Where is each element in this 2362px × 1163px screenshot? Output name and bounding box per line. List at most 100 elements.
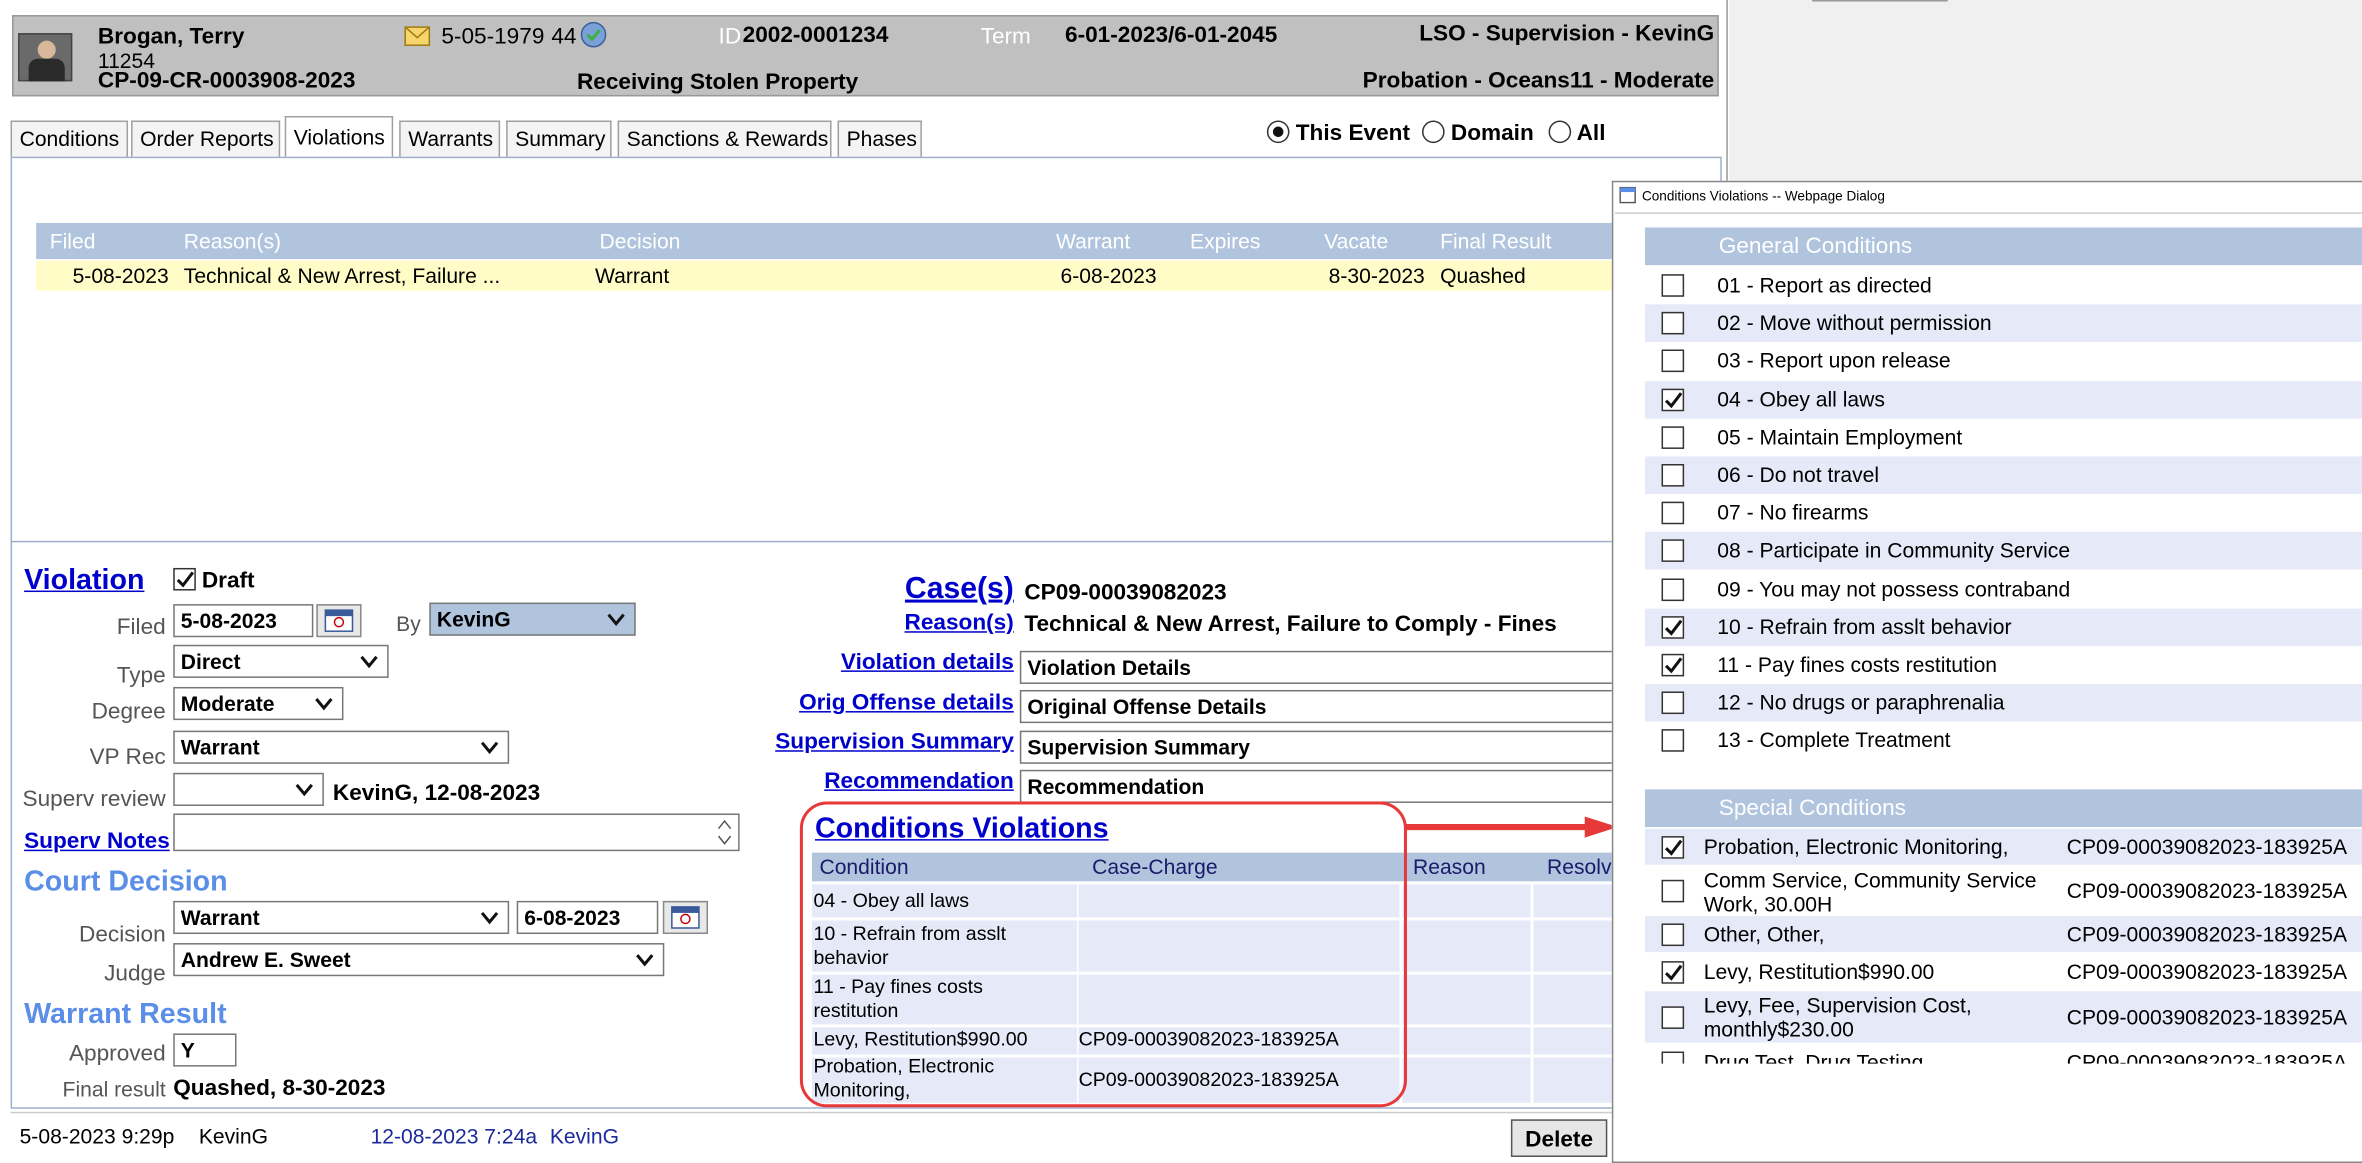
draft-checkbox[interactable]	[173, 567, 196, 591]
radio-domain-dot[interactable]	[1422, 120, 1445, 144]
filed-date-input[interactable]: 5-08-2023	[173, 604, 314, 638]
condition-checkbox[interactable]	[1661, 463, 1685, 487]
radio-domain-label: Domain	[1450, 120, 1534, 147]
judge-select[interactable]: Andrew E. Sweet	[173, 943, 665, 977]
condition-checkbox[interactable]	[1661, 615, 1685, 639]
recommendation-input[interactable]: Recommendation	[1019, 769, 1623, 803]
condition-row[interactable]: 05 - Maintain Employment	[1644, 418, 2362, 457]
background-pane	[1729, 0, 2362, 183]
tab-violations[interactable]: Violations	[284, 115, 394, 157]
superv-notes-link[interactable]: Superv Notes	[24, 829, 170, 855]
degree-value: Moderate	[180, 691, 275, 716]
decision-calendar-button[interactable]	[662, 900, 708, 935]
condition-checkbox[interactable]	[1661, 312, 1685, 335]
decision-date-input[interactable]: 6-08-2023	[516, 900, 659, 935]
offense-charge: Receiving Stolen Property	[576, 69, 859, 95]
special-condition-charge: CP09-00039082023-183925A	[2066, 1004, 2348, 1029]
violation-details-link[interactable]: Violation details	[841, 649, 1014, 675]
condition-row[interactable]: 09 - You may not possess contraband	[1644, 570, 2362, 609]
condition-row[interactable]: 10 - Refrain from asslt behavior	[1644, 608, 2362, 646]
condition-row[interactable]: 07 - No firearms	[1644, 494, 2362, 533]
special-condition-row[interactable]: Probation, Electronic Monitoring, CP09-00…	[1644, 828, 2362, 865]
special-condition-checkbox[interactable]	[1661, 1005, 1685, 1029]
filed-calendar-button[interactable]	[316, 604, 362, 638]
spinner-icon[interactable]	[717, 818, 732, 847]
special-condition-checkbox[interactable]	[1661, 879, 1685, 902]
special-condition-row[interactable]: Other, Other, CP09-00039082023-183925A	[1644, 915, 2362, 953]
special-condition-label: Other, Other,	[1703, 921, 1825, 947]
radio-all[interactable]: All	[1548, 120, 1605, 146]
mail-icon[interactable]	[404, 26, 431, 47]
superv-review-select[interactable]	[173, 772, 324, 806]
condition-checkbox[interactable]	[1661, 691, 1685, 715]
special-condition-row[interactable]: Comm Service, Community Service Work, 30…	[1644, 866, 2362, 916]
violation-details-input[interactable]: Violation Details	[1019, 650, 1623, 684]
modified-date: 12-08-2023 7:24a	[370, 1123, 538, 1148]
warrant-result-title: Warrant Result	[24, 998, 227, 1031]
condition-row[interactable]: 08 - Participate in Community Service	[1644, 532, 2362, 571]
tab-sanctions-rewards[interactable]: Sanctions & Rewards	[617, 120, 832, 157]
condition-checkbox[interactable]	[1661, 539, 1685, 563]
special-condition-checkbox[interactable]	[1661, 922, 1685, 946]
condition-checkbox[interactable]	[1661, 501, 1685, 525]
condition-checkbox[interactable]	[1661, 729, 1685, 753]
by-select[interactable]: KevinG	[429, 602, 636, 636]
condition-checkbox[interactable]	[1661, 274, 1685, 297]
judge-label: Judge	[104, 961, 166, 987]
condition-checkbox[interactable]	[1661, 388, 1685, 411]
recommendation-link[interactable]: Recommendation	[824, 768, 1014, 794]
tab-phases[interactable]: Phases	[837, 120, 922, 157]
special-condition-checkbox[interactable]	[1661, 835, 1685, 858]
radio-this-event-dot[interactable]	[1266, 120, 1290, 144]
orig-offense-input[interactable]: Original Offense Details	[1019, 689, 1623, 724]
condition-checkbox[interactable]	[1661, 653, 1685, 677]
special-condition-checkbox[interactable]	[1661, 1050, 1685, 1064]
special-condition-row[interactable]: Drug Test, Drug Testing CP09-00039082023-…	[1644, 1043, 2362, 1064]
condition-row[interactable]: 12 - No drugs or paraphrenalia	[1644, 684, 2362, 722]
condition-row[interactable]: 01 - Report as directed	[1644, 266, 2362, 305]
radio-all-dot[interactable]	[1548, 120, 1572, 144]
degree-select[interactable]: Moderate	[173, 686, 344, 721]
violation-section-title[interactable]: Violation	[24, 565, 144, 598]
condition-row[interactable]: 06 - Do not travel	[1644, 456, 2362, 495]
special-condition-charge: CP09-00039082023-183925A	[2066, 959, 2348, 984]
condition-checkbox[interactable]	[1661, 426, 1685, 449]
radio-this-event[interactable]: This Event	[1266, 120, 1410, 146]
tab-order-reports[interactable]: Order Reports	[131, 120, 281, 157]
chevron-down-icon	[480, 911, 499, 925]
supervision-summary-link[interactable]: Supervision Summary	[775, 729, 1014, 755]
condition-checkbox[interactable]	[1661, 350, 1685, 373]
tab-warrants[interactable]: Warrants	[399, 120, 501, 157]
special-condition-row[interactable]: Levy, Restitution$990.00 CP09-00039082023…	[1644, 953, 2362, 990]
superv-notes-input[interactable]	[173, 813, 740, 852]
type-select[interactable]: Direct	[173, 644, 389, 678]
condition-row[interactable]: 13 - Complete Treatment	[1644, 722, 2362, 760]
decision-select[interactable]: Warrant	[173, 900, 510, 935]
delete-button[interactable]: Delete	[1510, 1119, 1608, 1157]
draft-label: Draft	[201, 567, 255, 594]
vprec-value: Warrant	[180, 735, 260, 760]
condition-label: 13 - Complete Treatment	[1717, 728, 1951, 753]
condition-row[interactable]: 04 - Obey all laws	[1644, 380, 2362, 419]
condition-row[interactable]: 02 - Move without permission	[1644, 304, 2362, 343]
condition-row[interactable]: 11 - Pay fines costs restitution	[1644, 646, 2362, 684]
tab-summary[interactable]: Summary	[506, 120, 612, 157]
vprec-select[interactable]: Warrant	[173, 730, 510, 764]
tab-conditions[interactable]: Conditions	[10, 120, 129, 157]
special-condition-checkbox[interactable]	[1661, 960, 1685, 983]
radio-domain[interactable]: Domain	[1422, 120, 1534, 147]
cell-warrant: 6-08-2023	[1060, 263, 1157, 288]
col-reasons: Reason(s)	[183, 228, 282, 254]
general-conditions-title: General Conditions	[1718, 233, 1913, 260]
approved-input[interactable]: Y	[173, 1033, 237, 1067]
cv-col-resolve: Resolv	[1547, 854, 1612, 879]
cases-link[interactable]: Case(s)	[905, 572, 1014, 607]
special-condition-row[interactable]: Levy, Fee, Supervision Cost, monthly$230…	[1644, 991, 2362, 1043]
reasons-link[interactable]: Reason(s)	[905, 610, 1014, 636]
condition-checkbox[interactable]	[1661, 577, 1685, 601]
calendar-icon	[324, 609, 354, 632]
supervision-summary-input[interactable]: Supervision Summary	[1019, 730, 1623, 764]
condition-row[interactable]: 03 - Report upon release	[1644, 342, 2362, 381]
window-icon	[1619, 186, 1636, 204]
orig-offense-link[interactable]: Orig Offense details	[799, 690, 1014, 716]
